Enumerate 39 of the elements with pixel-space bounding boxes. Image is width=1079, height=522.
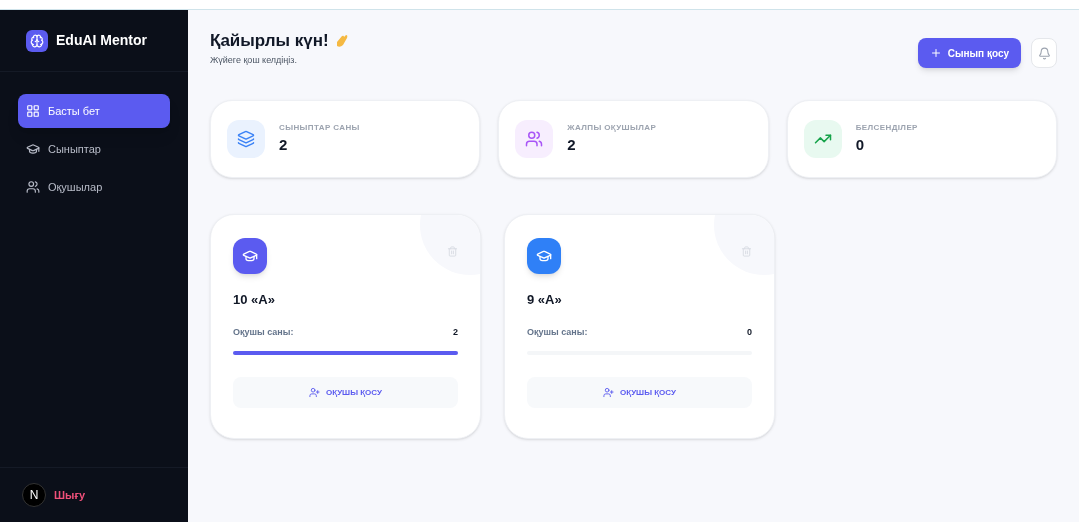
trash-icon xyxy=(741,246,752,257)
class-name: 10 «А» xyxy=(233,291,276,309)
trash-icon xyxy=(447,246,458,257)
app-name: EduAI Mentor xyxy=(56,31,147,50)
stat-label: СЫНЫПТАР САНЫ xyxy=(279,121,360,134)
add-student-button[interactable]: ОҚУШЫ ҚОСУ xyxy=(527,377,752,408)
plus-icon xyxy=(929,47,942,59)
student-count-label: Оқушы саны: xyxy=(527,325,588,339)
users-icon xyxy=(515,120,554,158)
users-icon xyxy=(26,180,40,194)
stat-value: 2 xyxy=(279,134,289,155)
add-class-button[interactable]: Сынып қосу xyxy=(917,38,1021,68)
user-plus-icon xyxy=(603,387,615,398)
student-count-label: Оқушы саны: xyxy=(233,325,294,339)
student-count: 2 xyxy=(453,325,458,339)
brain-logo-icon xyxy=(26,29,48,52)
stat-label: БЕЛСЕНДІЛЕР xyxy=(855,121,918,134)
greeting-subtitle: Жүйеге қош келдіңіз. xyxy=(210,53,298,67)
bell-icon xyxy=(1037,46,1051,60)
add-student-button[interactable]: ОҚУШЫ ҚОСУ xyxy=(233,377,458,408)
stat-value: 0 xyxy=(855,134,865,155)
trend-up-icon xyxy=(803,120,842,158)
class-name: 9 «А» xyxy=(527,291,563,309)
delete-button[interactable] xyxy=(741,246,752,257)
sidebar-item[interactable]: Сыныптар xyxy=(18,132,170,166)
stat-label: ЖАЛПЫ ОҚУШЫЛАР xyxy=(567,121,657,134)
sidebar-item[interactable]: Басты бет xyxy=(18,94,170,128)
user-plus-icon xyxy=(309,387,321,398)
notification-button[interactable] xyxy=(1031,38,1057,68)
student-count: 0 xyxy=(747,325,752,339)
delete-button[interactable] xyxy=(447,246,458,257)
sidebar-item[interactable]: Оқушылар xyxy=(18,170,170,204)
grid-icon xyxy=(26,104,40,118)
user-avatar: N xyxy=(22,483,46,507)
stat-value: 2 xyxy=(567,134,577,155)
logout-link[interactable]: Шығу xyxy=(54,486,86,504)
layers-icon xyxy=(227,120,265,158)
greeting-title: Қайырлы күн! xyxy=(210,30,329,52)
graduation-cap-icon xyxy=(26,142,40,156)
